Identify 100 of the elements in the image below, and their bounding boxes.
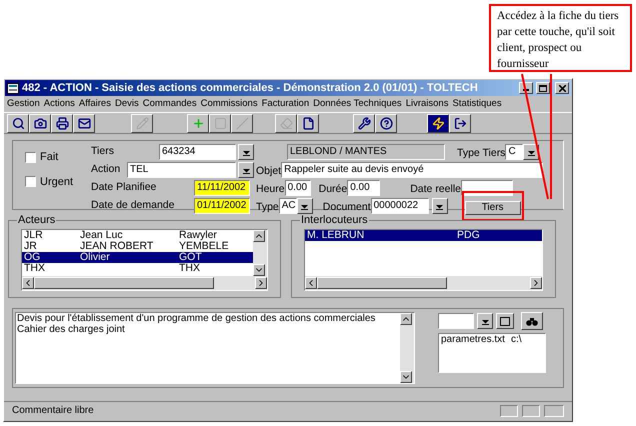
field-label: Date reelle — [410, 183, 461, 195]
field-label: Tiers — [91, 144, 115, 160]
toolbar-button[interactable] — [187, 114, 209, 132]
text-field[interactable]: AC — [278, 198, 297, 214]
dropdown-button[interactable] — [432, 198, 448, 214]
text-field[interactable]: Rappeler suite au devis envoyé — [281, 162, 544, 178]
menu-item[interactable]: Facturation — [262, 96, 310, 112]
close-icon — [558, 84, 566, 92]
dropdown-button[interactable] — [523, 144, 540, 160]
group-title: Acteurs — [17, 214, 56, 226]
dropdown-button[interactable] — [238, 144, 254, 160]
list-row[interactable]: THX THX — [22, 263, 253, 274]
maximize-icon — [539, 84, 547, 92]
menu-item[interactable]: Commandes — [142, 96, 197, 112]
toolbar-button[interactable] — [73, 114, 95, 132]
pencil-icon — [136, 116, 148, 130]
text-field[interactable]: 643234 — [159, 144, 236, 160]
toolbar-button[interactable] — [297, 114, 319, 132]
toolbar-button[interactable] — [51, 114, 73, 132]
square-icon — [214, 116, 226, 130]
scrollbar-thumb[interactable] — [317, 277, 447, 289]
minimize-icon — [523, 89, 529, 91]
help-icon — [380, 116, 392, 130]
status-pane — [522, 404, 540, 416]
field-label: Type — [256, 201, 279, 213]
search-button[interactable] — [521, 312, 543, 330]
toolbar-button[interactable] — [29, 114, 51, 132]
field-label: Action — [91, 162, 122, 178]
checkbox-label: Fait — [40, 150, 58, 165]
menu-item[interactable]: Actions — [44, 96, 75, 112]
field-label: Date Planifiee — [91, 180, 158, 196]
text-field[interactable]: 0.00 — [347, 180, 380, 196]
down-arrow-icon — [242, 166, 250, 174]
toolbar-button[interactable] — [7, 114, 29, 132]
file-path: c:\ — [511, 334, 522, 346]
tiers-button[interactable]: Tiers — [464, 201, 521, 215]
menu-item[interactable]: Livraisons — [406, 96, 448, 112]
text-field[interactable]: 11/11/2002 — [194, 180, 250, 196]
toolbar-button[interactable] — [449, 114, 471, 132]
vertical-scrollbar[interactable] — [400, 313, 414, 383]
plus-icon — [192, 116, 204, 130]
down-arrow-icon — [242, 148, 250, 156]
text-field[interactable]: TEL — [127, 162, 236, 178]
lightning-icon — [432, 116, 444, 130]
dropdown-button[interactable] — [238, 162, 254, 178]
horizontal-scrollbar[interactable] — [305, 276, 542, 290]
callout-note: Accédez à la fiche du tiers par cette touche, qu'il soit client, prospect ou fournisseur — [489, 4, 632, 72]
text-field[interactable]: 00000022 — [370, 198, 429, 214]
field-label: Durée — [318, 183, 348, 195]
menu-item[interactable]: Statistiques — [452, 96, 502, 112]
checkbox[interactable] — [25, 176, 36, 188]
down-arrow-icon — [436, 202, 444, 210]
square-button[interactable] — [496, 313, 514, 329]
menu-item[interactable]: Devis — [114, 96, 139, 112]
dropdown-button[interactable] — [477, 313, 493, 329]
comment-line: Devis pour l'établissement d'un programme de gestion des actions commerciales — [17, 313, 376, 324]
file-field[interactable] — [438, 313, 474, 329]
menu-item[interactable]: Gestion — [7, 96, 40, 112]
window-icon — [7, 82, 19, 94]
status-pane — [544, 404, 564, 416]
toolbar-button[interactable] — [427, 114, 449, 132]
comment-line: Cahier des charges joint — [17, 324, 126, 335]
group-title: Interlocuteurs — [300, 214, 369, 226]
field-label: Document — [322, 201, 371, 213]
status-pane — [500, 404, 518, 416]
text-field[interactable]: C — [505, 144, 524, 160]
list-row[interactable]: M. LEBRUN PDG — [305, 230, 542, 241]
horizontal-scrollbar[interactable] — [22, 276, 267, 290]
field-label: Heure — [256, 183, 285, 195]
scrollbar-thumb[interactable] — [34, 277, 214, 289]
menu-item[interactable]: Affaires — [78, 96, 111, 112]
eraser-icon — [280, 116, 292, 130]
list-row[interactable]: OG Olivier GOT — [22, 252, 253, 263]
text-field[interactable]: 0.00 — [284, 180, 311, 196]
toolbar-button[interactable] — [375, 114, 397, 132]
checkbox[interactable] — [25, 152, 36, 163]
maximize-button[interactable] — [536, 82, 550, 94]
menu-item[interactable]: Données Techniques — [313, 96, 402, 112]
vertical-scrollbar[interactable] — [253, 230, 267, 276]
comment-area[interactable]: Devis pour l'établissement d'un programme de gestion des actions commerciales Cahier des charges joint — [15, 312, 415, 384]
search-icon — [12, 116, 24, 130]
down-arrow-icon — [482, 318, 488, 324]
page-icon — [302, 116, 314, 130]
camera-icon — [34, 116, 46, 130]
text-field[interactable]: 01/11/2002 — [194, 198, 250, 214]
mail-icon — [78, 116, 90, 130]
status-text: Commentaire libre — [12, 404, 95, 418]
file-name[interactable]: parametres.txt — [441, 334, 511, 346]
down-arrow-icon — [301, 202, 308, 210]
toolbar-button[interactable] — [353, 114, 375, 132]
binoculars-icon — [526, 316, 538, 326]
list-row[interactable]: JR JEAN ROBERT YEMBELE — [22, 241, 253, 252]
dropdown-button[interactable] — [296, 198, 313, 214]
tiers-name-field[interactable]: LEBLOND / MANTES — [287, 144, 445, 160]
exit-icon — [454, 116, 466, 130]
list-row[interactable]: JLR Jean Luc Rawyler — [22, 230, 253, 241]
menu-item[interactable]: Commissions — [200, 96, 258, 112]
field-label: Objet — [256, 165, 282, 177]
close-button[interactable] — [555, 82, 569, 94]
square-icon — [500, 316, 510, 326]
